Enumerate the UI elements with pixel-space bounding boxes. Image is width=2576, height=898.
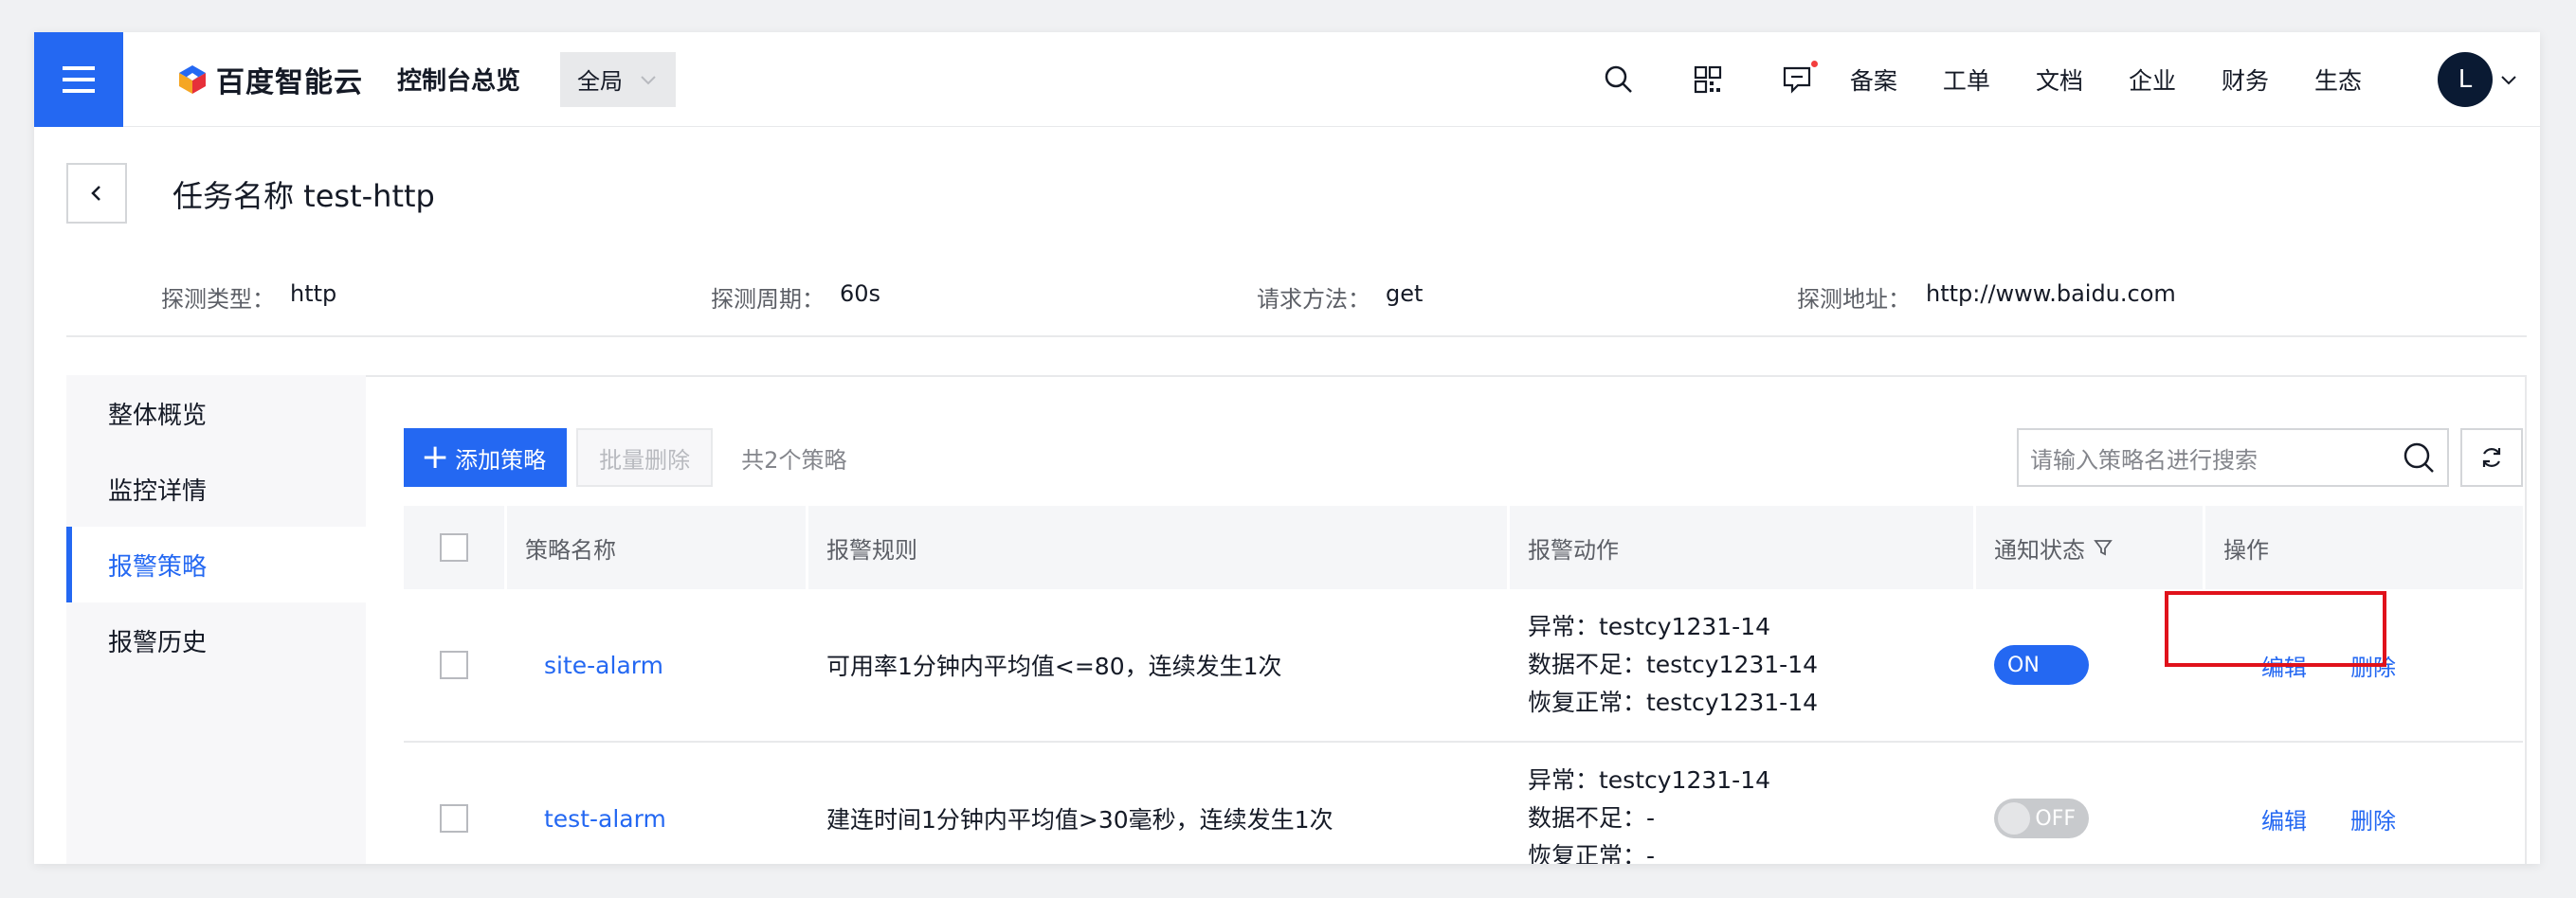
chevron-down-icon[interactable]	[2498, 69, 2519, 90]
chevron-down-icon	[641, 75, 656, 84]
messages-button[interactable]	[1772, 55, 1822, 104]
highlight-box	[2165, 591, 2386, 667]
alarm-actions: 异常：testcy1231-14 数据不足：- 恢复正常：-	[1528, 766, 1771, 864]
search-placeholder: 请输入策略名进行搜索	[2030, 446, 2258, 474]
topbar-link-ticket[interactable]: 工单	[1943, 63, 1990, 97]
header-alarm-action: 报警动作	[1507, 506, 1973, 589]
add-policy-label: 添加策略	[455, 446, 547, 474]
filter-icon[interactable]	[2093, 537, 2113, 558]
console-overview-link[interactable]: 控制台总览	[397, 62, 520, 97]
search-icon	[1605, 65, 1632, 93]
policy-name-link[interactable]: test-alarm	[544, 805, 666, 833]
table-row: test-alarm 建连时间1分钟内平均值>30毫秒，连续发生1次 异常：te…	[404, 743, 2523, 864]
batch-delete-button[interactable]: 批量删除	[576, 428, 714, 487]
page-title: 任务名称 test-http	[172, 178, 435, 214]
select-all-checkbox[interactable]	[440, 533, 468, 562]
hamburger-menu-button[interactable]	[34, 32, 123, 127]
task-info-row: 探测类型： http 探测周期： 60s 请求方法： get 探测地址： htt…	[34, 280, 2540, 318]
info-probe-address: 探测地址： http://www.baidu.com	[1797, 280, 2176, 313]
region-select[interactable]: 全局	[560, 51, 677, 107]
topbar-link-ecosystem[interactable]: 生态	[2314, 63, 2362, 97]
alarm-actions: 异常：testcy1231-14 数据不足：testcy1231-14 恢复正常…	[1528, 613, 1819, 716]
qrcode-button[interactable]	[1683, 55, 1732, 104]
policy-count: 共2个策略	[741, 446, 847, 474]
row-checkbox[interactable]	[440, 804, 468, 833]
brand-name: 百度智能云	[216, 65, 363, 99]
nav-item-monitor-details[interactable]: 监控详情	[66, 451, 366, 527]
row-checkbox[interactable]	[440, 651, 468, 679]
header-notify-status[interactable]: 通知状态	[1973, 506, 2203, 589]
table-header: 策略名称 报警规则 报警动作 通知状态 操作	[404, 506, 2523, 589]
policy-toolbar: + 添加策略 批量删除 共2个策略	[404, 428, 846, 487]
search-icon[interactable]	[2398, 437, 2440, 478]
qrcode-icon	[1694, 65, 1722, 93]
cloud-logo-icon	[179, 64, 206, 94]
topbar-link-docs[interactable]: 文档	[2036, 63, 2083, 97]
policy-name-link[interactable]: site-alarm	[544, 652, 663, 679]
brand-logo[interactable]: 百度智能云	[176, 59, 363, 100]
alarm-rule-text: 建连时间1分钟内平均值>30毫秒，连续发生1次	[826, 806, 1333, 834]
user-avatar[interactable]: L	[2438, 51, 2493, 107]
topbar-link-enterprise[interactable]: 企业	[2129, 63, 2176, 97]
edit-link[interactable]: 编辑	[2261, 802, 2307, 835]
info-probe-interval: 探测周期： 60s	[711, 280, 881, 313]
header-select-all	[404, 506, 504, 589]
plus-icon: +	[421, 438, 450, 476]
refresh-button[interactable]	[2460, 428, 2523, 487]
refresh-icon	[2482, 448, 2501, 467]
header-policy-name: 策略名称	[504, 506, 806, 589]
add-policy-button[interactable]: + 添加策略	[404, 428, 568, 487]
notify-status-toggle[interactable]: OFF	[1994, 799, 2089, 838]
message-icon	[1783, 66, 1811, 94]
header-alarm-rule: 报警规则	[806, 506, 1507, 589]
back-button[interactable]	[66, 163, 127, 224]
nav-item-alarm-policy[interactable]: 报警策略	[66, 527, 366, 602]
detail-side-nav: 整体概览 监控详情 报警策略 报警历史	[66, 375, 366, 864]
policy-search-input[interactable]: 请输入策略名进行搜索	[2017, 428, 2449, 487]
notification-dot	[1810, 60, 1818, 67]
alarm-rule-text: 可用率1分钟内平均值<=80，连续发生1次	[826, 653, 1282, 680]
policy-table: 策略名称 报警规则 报警动作 通知状态 操作 site-alarm 可用率1分钟…	[404, 506, 2523, 864]
topbar-link-beian[interactable]: 备案	[1850, 63, 1897, 97]
topbar-link-finance[interactable]: 财务	[2222, 63, 2269, 97]
notify-status-toggle[interactable]: ON	[1994, 645, 2089, 685]
console-window: 百度智能云 控制台总览 全局 备案 工单 文档 企业 财务 生态 L 任务名称 …	[34, 32, 2540, 864]
nav-item-overview[interactable]: 整体概览	[66, 375, 366, 451]
chevron-left-icon	[91, 186, 100, 201]
search-button[interactable]	[1594, 55, 1643, 104]
top-navigation-bar: 百度智能云 控制台总览 全局 备案 工单 文档 企业 财务 生态 L	[34, 32, 2540, 127]
region-select-value: 全局	[577, 68, 624, 95]
header-operations: 操作	[2203, 506, 2523, 589]
nav-item-alarm-history[interactable]: 报警历史	[66, 602, 366, 678]
delete-link[interactable]: 删除	[2350, 802, 2396, 835]
info-probe-type: 探测类型： http	[161, 280, 337, 313]
divider	[66, 335, 2527, 337]
info-request-method: 请求方法： get	[1257, 280, 1424, 313]
